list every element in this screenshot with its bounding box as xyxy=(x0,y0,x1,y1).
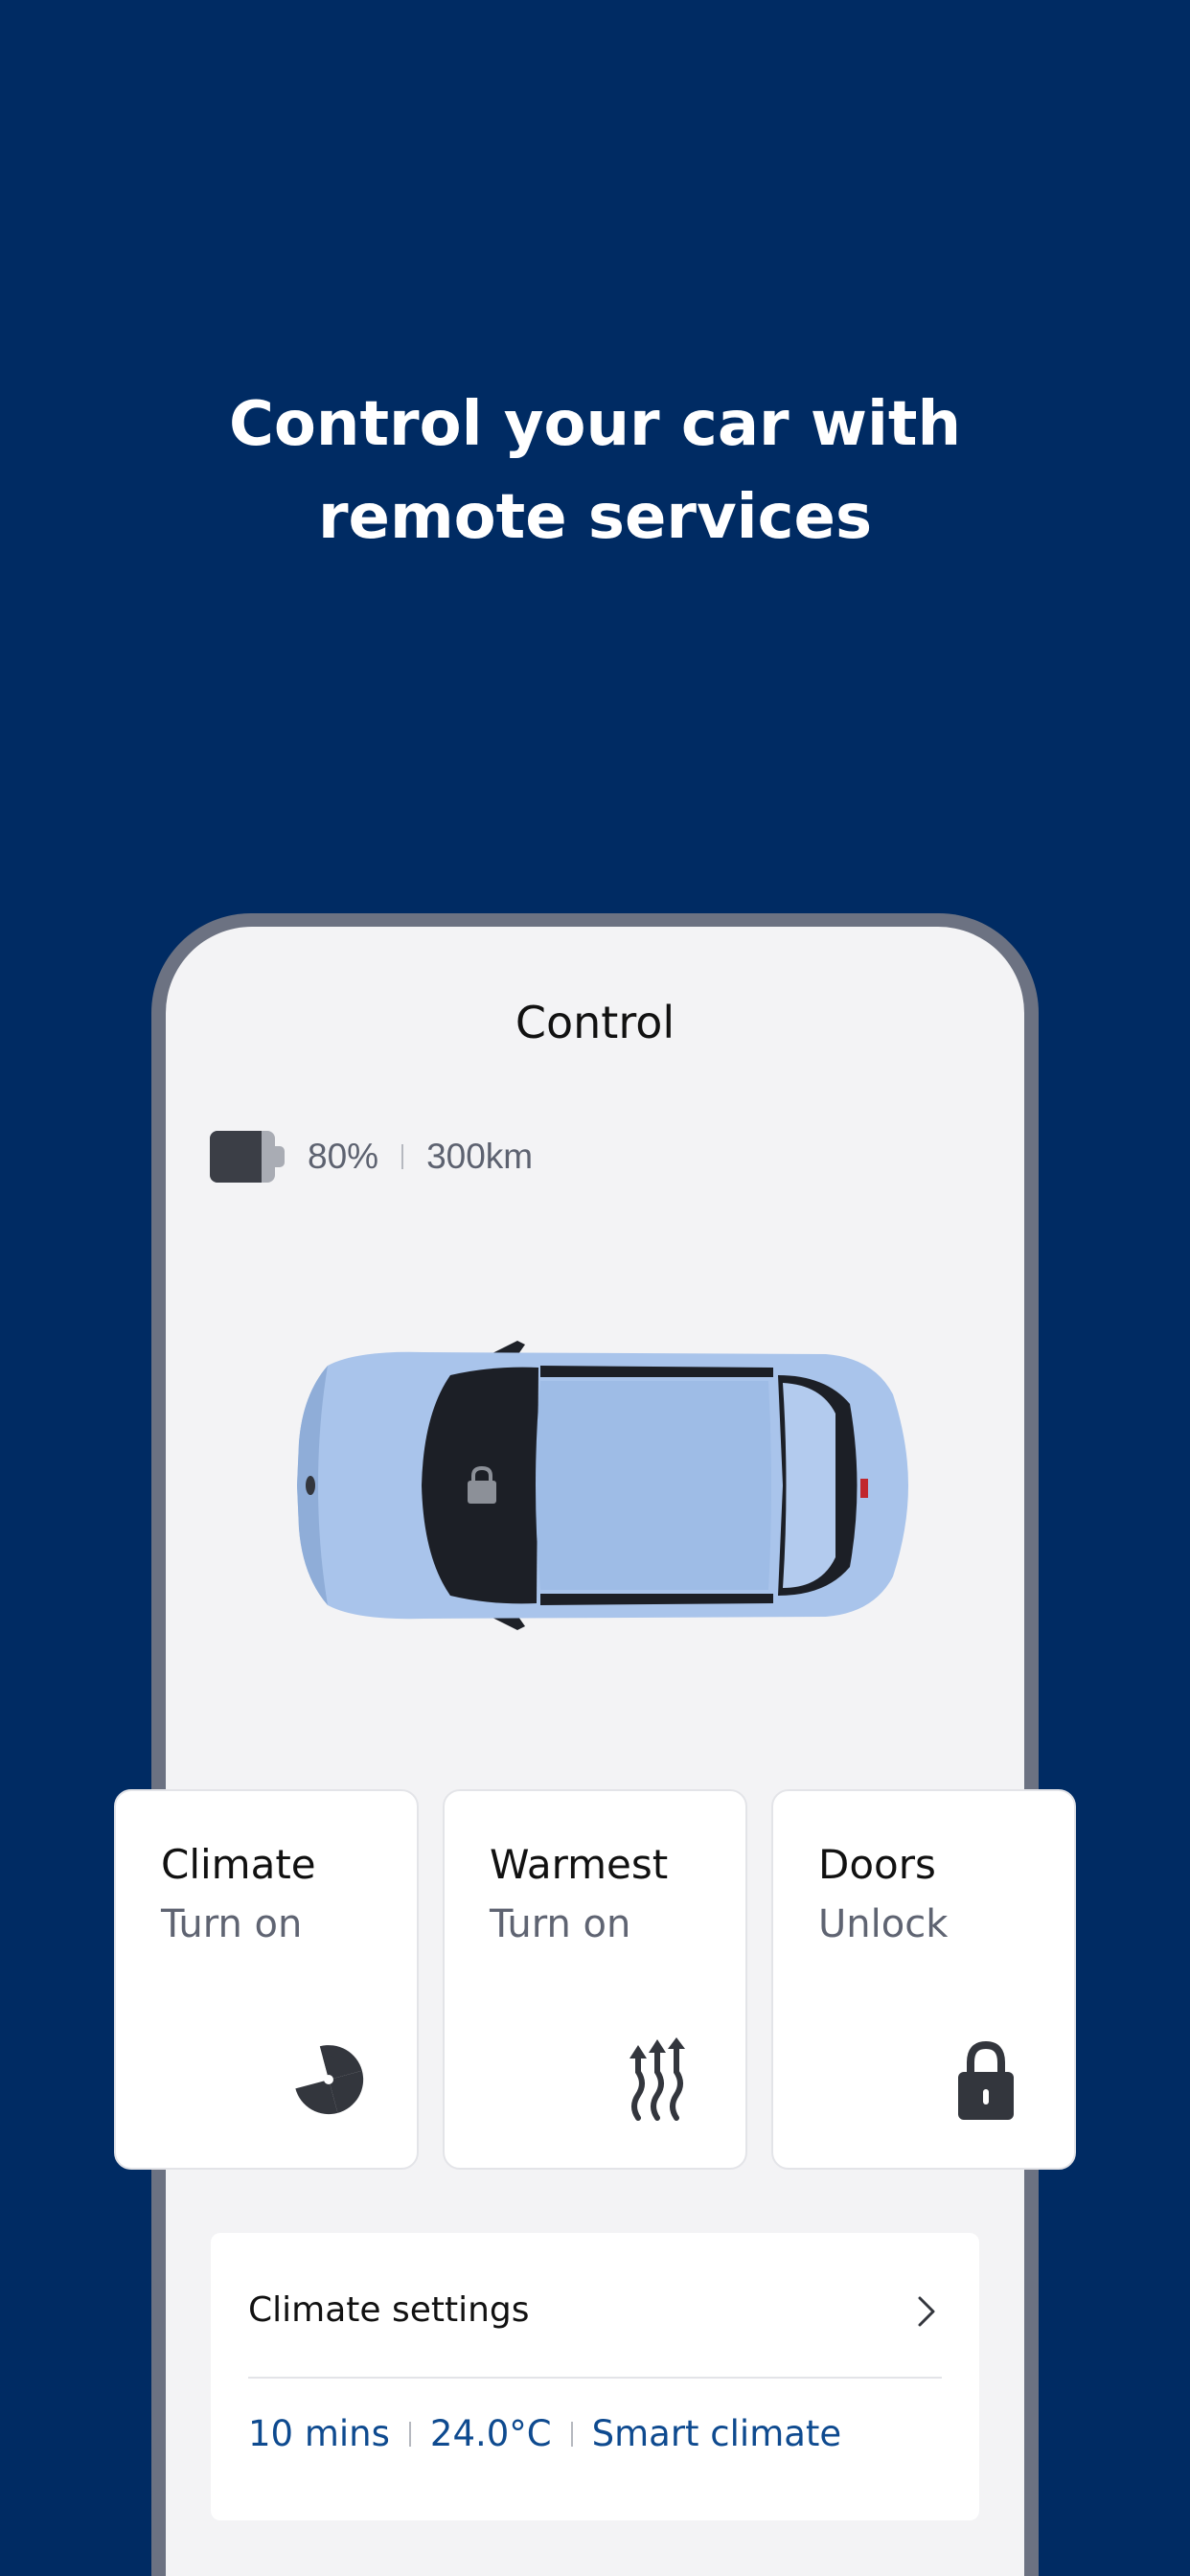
settings-divider xyxy=(248,2377,942,2379)
headline: Control your car with remote services xyxy=(0,379,1190,564)
heat-waves-icon xyxy=(629,2037,685,2121)
climate-card[interactable]: Climate Turn on xyxy=(114,1789,419,2170)
battery-percent: 80% xyxy=(308,1137,379,1176)
battery-status: 80% 300km xyxy=(210,1129,533,1184)
car-top-view[interactable] xyxy=(289,1337,908,1634)
battery-range: 300km xyxy=(426,1137,534,1176)
card-title: Climate xyxy=(161,1841,316,1888)
climate-temperature: 24.0°C xyxy=(429,2413,552,2454)
card-title: Warmest xyxy=(490,1841,669,1888)
headline-line-1: Control your car with xyxy=(228,389,962,460)
fan-icon xyxy=(295,2045,364,2115)
climate-duration: 10 mins xyxy=(248,2413,390,2454)
warmest-card[interactable]: Warmest Turn on xyxy=(443,1789,747,2170)
climate-settings-panel[interactable]: Climate settings 10 mins 24.0°C Smart cl… xyxy=(211,2233,979,2520)
status-divider xyxy=(401,1144,404,1169)
climate-settings-title: Climate settings xyxy=(248,2290,530,2330)
page-title: Control xyxy=(515,997,675,1048)
climate-mode: Smart climate xyxy=(591,2413,842,2454)
card-action: Unlock xyxy=(818,1902,949,1946)
climate-settings-summary: 10 mins 24.0°C Smart climate xyxy=(248,2413,841,2454)
meta-separator xyxy=(570,2421,573,2447)
card-action: Turn on xyxy=(490,1902,631,1946)
headline-line-2: remote services xyxy=(317,482,873,553)
card-action: Turn on xyxy=(161,1902,303,1946)
chevron-right-icon[interactable] xyxy=(912,2292,941,2331)
meta-separator xyxy=(408,2421,411,2447)
battery-icon xyxy=(210,1131,285,1183)
card-title: Doors xyxy=(818,1841,936,1888)
padlock-icon xyxy=(958,2040,1014,2120)
doors-card[interactable]: Doors Unlock xyxy=(771,1789,1076,2170)
